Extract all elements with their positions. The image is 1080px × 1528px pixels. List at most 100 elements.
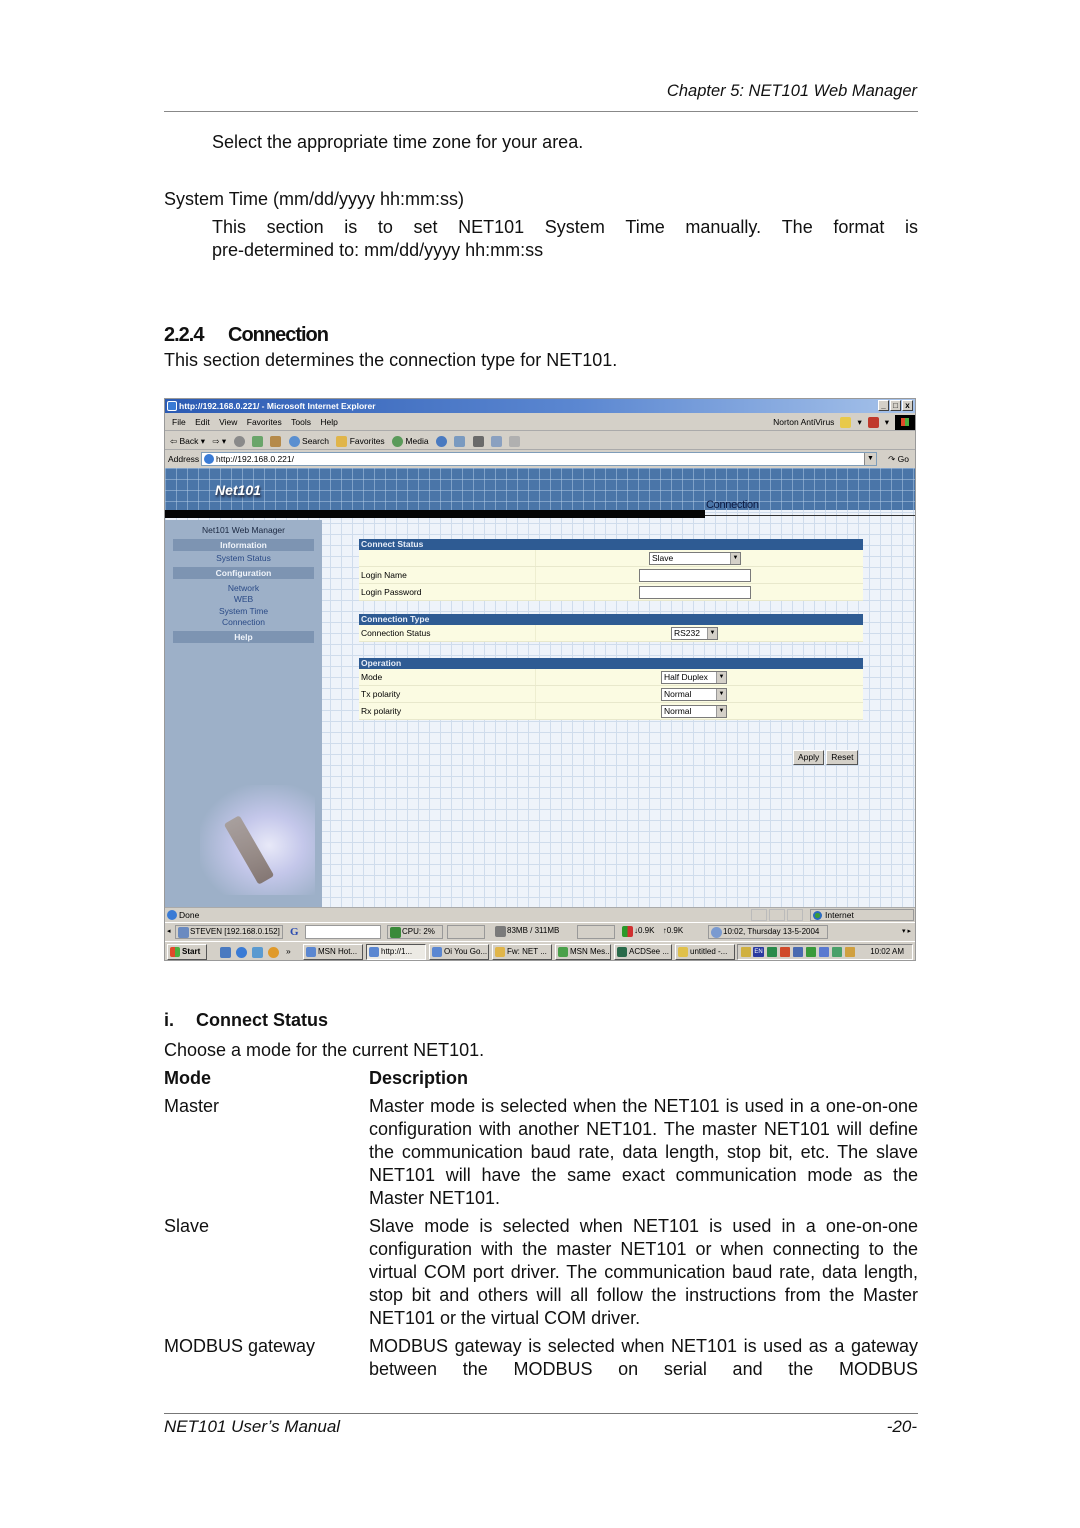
msn-tray-icon[interactable] <box>819 947 829 957</box>
operation-section: Operation Mode Half Duplex ▼ Tx polarity… <box>359 658 863 720</box>
sidebar-item-web[interactable]: WEB <box>165 594 322 606</box>
menu-help[interactable]: Help <box>320 414 337 431</box>
print-icon[interactable] <box>472 436 484 448</box>
taskbar-item[interactable]: ACDSee ... <box>614 944 672 960</box>
stop-icon[interactable] <box>233 436 245 448</box>
chevron-down-icon: ▼ <box>716 672 726 683</box>
task-icon <box>678 947 688 957</box>
norton-dropdown-icon[interactable]: ▾ <box>857 414 861 431</box>
description-word: This <box>212 217 247 237</box>
description-word: is <box>344 217 358 237</box>
sidebar-item-network[interactable]: Network <box>165 583 322 595</box>
computer-icon <box>178 927 189 938</box>
go-button[interactable]: ↷ Go <box>888 451 909 467</box>
mail-icon[interactable] <box>454 436 466 448</box>
tray-app-icon[interactable] <box>806 947 816 957</box>
google-icon[interactable]: G <box>290 923 299 941</box>
login-password-input[interactable] <box>639 586 751 599</box>
quicklaunch-more-icon[interactable]: » <box>286 942 291 960</box>
quicklaunch-desktop-icon[interactable] <box>220 947 231 958</box>
pdf-dropdown-icon[interactable]: ▾ <box>885 414 889 431</box>
mode-cell: Master <box>164 1096 220 1116</box>
taskbar-item[interactable]: Oi You Go... <box>429 944 489 960</box>
connection-status-select[interactable]: RS232 ▼ <box>671 627 718 640</box>
taskbar-item[interactable]: MSN Mes... <box>555 944 611 960</box>
pdf-icon[interactable] <box>867 417 879 428</box>
form-row: Mode Half Duplex ▼ <box>359 669 863 686</box>
forward-button[interactable]: ⇨ ▾ <box>212 432 226 450</box>
close-button[interactable]: x <box>902 400 913 411</box>
start-button[interactable]: Start <box>167 944 207 960</box>
discuss-icon[interactable] <box>509 436 521 448</box>
sidebar-item-help[interactable]: Help <box>173 630 314 643</box>
browser-status-bar: Done Internet <box>165 907 915 921</box>
volume-icon[interactable] <box>741 947 751 957</box>
quicklaunch-media-icon[interactable] <box>268 947 279 958</box>
minimize-button[interactable]: _ <box>878 400 889 411</box>
sidebar-item-system-time[interactable]: System Time <box>165 606 322 618</box>
google-search-input[interactable] <box>305 925 381 939</box>
rx-polarity-value: Normal <box>664 706 692 716</box>
favorites-button[interactable]: Favorites <box>336 432 385 450</box>
sidebar-item-connection[interactable]: Connection <box>165 617 322 629</box>
form-row: Login Name <box>359 567 863 584</box>
quicklaunch-outlook-icon[interactable] <box>252 947 263 958</box>
search-button[interactable]: Search <box>288 432 329 450</box>
scroll-left-icon[interactable]: ◂ <box>167 923 171 941</box>
menu-tools[interactable]: Tools <box>291 414 311 431</box>
mode-value: Half Duplex <box>664 672 708 682</box>
edit-icon[interactable] <box>491 436 503 448</box>
chevron-down-icon: ▼ <box>716 689 726 700</box>
restore-button[interactable]: □ <box>890 400 901 411</box>
login-name-input[interactable] <box>639 569 751 582</box>
sidebar-item-information[interactable]: Information <box>173 539 314 551</box>
task-label: Fw: NET ... <box>507 947 547 956</box>
sidebar-item-system-status[interactable]: System Status <box>165 553 322 565</box>
apply-button[interactable]: Apply <box>793 750 825 765</box>
tx-polarity-value: Normal <box>664 689 692 699</box>
network-icon <box>622 926 633 937</box>
subsection-heading: i. Connect Status <box>164 1010 328 1031</box>
taskbar-item[interactable]: untitled -... <box>675 944 735 960</box>
tray-app-icon[interactable] <box>767 947 777 957</box>
address-dropdown-icon[interactable]: ▼ <box>864 453 876 465</box>
sidebar-item-configuration[interactable]: Configuration <box>173 566 314 579</box>
refresh-icon[interactable] <box>251 436 263 448</box>
rx-polarity-select[interactable]: Normal ▼ <box>661 705 727 718</box>
taskbar-item[interactable]: MSN Hot... <box>303 944 363 960</box>
quicklaunch-ie-icon[interactable] <box>236 947 247 958</box>
back-button[interactable]: ⇦ Back ▾ <box>170 432 205 450</box>
menu-view[interactable]: View <box>219 414 237 431</box>
task-label: http://1... <box>381 947 413 956</box>
header-divider <box>164 111 918 112</box>
tx-polarity-select[interactable]: Normal ▼ <box>661 688 727 701</box>
toolbar-options-icon[interactable]: ▾ ▸ <box>902 923 911 941</box>
task-label: MSN Mes... <box>570 947 611 956</box>
net101-logo: Net101 <box>215 482 261 498</box>
media-button[interactable]: Media <box>392 432 429 450</box>
language-indicator[interactable]: EN <box>753 947 764 957</box>
address-input[interactable]: http://192.168.0.221/ ▼ <box>201 452 877 466</box>
mode-select[interactable]: Half Duplex ▼ <box>661 671 727 684</box>
menu-file[interactable]: File <box>172 414 186 431</box>
task-icon <box>306 947 316 957</box>
taskbar-clock[interactable]: 10:02 AM <box>870 945 904 959</box>
network-tray-icon[interactable] <box>793 947 803 957</box>
home-icon[interactable] <box>270 436 282 448</box>
connection-status-label: Connection Status <box>361 628 431 638</box>
tray-app-icon[interactable] <box>832 947 842 957</box>
connect-status-section: Connect Status Slave ▼ Login Name Login … <box>359 539 863 601</box>
tray-app-icon[interactable] <box>780 947 790 957</box>
norton-antivirus-button[interactable]: Norton AntiVirus <box>773 414 834 431</box>
reset-button[interactable]: Reset <box>826 750 859 765</box>
connect-mode-select[interactable]: Slave ▼ <box>649 552 741 565</box>
menu-edit[interactable]: Edit <box>195 414 210 431</box>
connect-mode-value: Slave <box>652 553 674 563</box>
taskbar-item-active[interactable]: http://1... <box>366 944 426 960</box>
history-icon[interactable] <box>435 436 447 448</box>
address-label: Address <box>168 454 200 464</box>
menu-favorites[interactable]: Favorites <box>247 414 282 431</box>
tray-app-icon[interactable] <box>845 947 855 957</box>
description-word: set <box>413 217 438 237</box>
taskbar-item[interactable]: Fw: NET ... <box>492 944 552 960</box>
